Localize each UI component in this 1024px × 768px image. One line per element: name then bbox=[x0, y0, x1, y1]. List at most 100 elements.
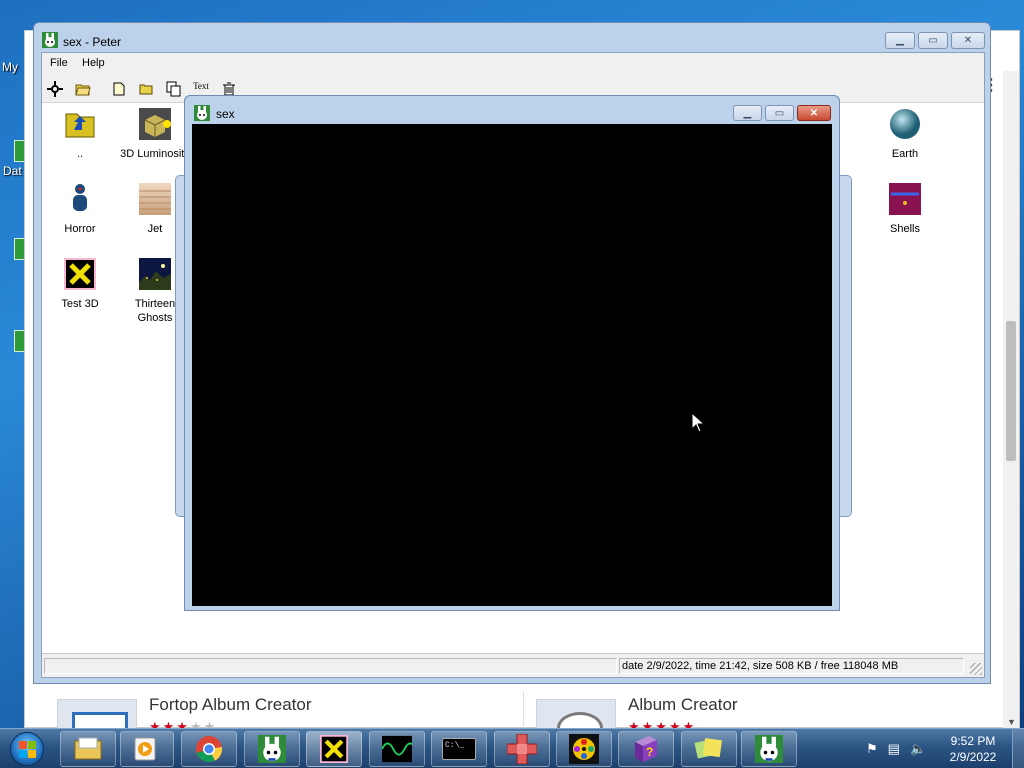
file-label: .. bbox=[76, 148, 84, 160]
ghosts-icon bbox=[139, 258, 171, 290]
file-item[interactable]: .. bbox=[42, 108, 118, 161]
close-icon: ✕ bbox=[963, 35, 973, 46]
menu-bar: File Help bbox=[42, 53, 984, 73]
up-folder-icon bbox=[65, 113, 95, 138]
globe-icon bbox=[890, 109, 920, 139]
properties-icon bbox=[47, 80, 63, 97]
file-item[interactable]: Earth bbox=[867, 108, 943, 161]
explorer-icon bbox=[73, 734, 103, 764]
taskbar-sticky-notes[interactable] bbox=[681, 731, 737, 767]
sticky-notes-icon bbox=[694, 734, 724, 764]
taskbar-help-book[interactable]: ? bbox=[618, 731, 674, 767]
maximize-button[interactable]: ▭ bbox=[918, 32, 948, 49]
minimize-icon: ▁ bbox=[896, 35, 904, 46]
cube-icon bbox=[139, 108, 171, 140]
properties-button[interactable] bbox=[46, 80, 64, 97]
figure-icon bbox=[73, 184, 87, 211]
taskbar-explorer[interactable] bbox=[60, 731, 116, 767]
bunny-app-icon bbox=[754, 734, 784, 764]
open-folder-icon bbox=[75, 84, 91, 95]
action-center-icon[interactable]: ⚑ bbox=[866, 741, 878, 757]
file-label: Earth bbox=[891, 148, 919, 160]
bunny-app-icon bbox=[42, 32, 58, 48]
render-window: sex ▁ ▭ ✕ bbox=[184, 95, 840, 611]
mouse-cursor-icon bbox=[691, 412, 705, 433]
file-label: 3D Luminosity bbox=[120, 148, 190, 160]
chrome-icon bbox=[194, 734, 224, 764]
menu-help[interactable]: Help bbox=[82, 57, 105, 69]
file-label: Test 3D bbox=[61, 298, 99, 310]
render-canvas[interactable] bbox=[192, 124, 832, 606]
minimize-button[interactable]: ▁ bbox=[885, 32, 915, 49]
network-icon[interactable]: ▤ bbox=[888, 741, 900, 757]
film-reel-icon bbox=[569, 734, 599, 764]
system-tray: ⚑ ▤ 🔈 bbox=[866, 741, 926, 757]
window-title: sex - Peter bbox=[63, 35, 122, 49]
scroll-down-icon[interactable]: ▼ bbox=[1007, 717, 1016, 727]
maximize-button[interactable]: ▭ bbox=[765, 105, 794, 121]
show-desktop-button[interactable] bbox=[1012, 729, 1024, 768]
status-bar: date 2/9/2022, time 21:42, size 508 KB /… bbox=[42, 653, 984, 677]
command-prompt-icon: C:\_ bbox=[442, 738, 476, 760]
app-card-title[interactable]: Album Creator bbox=[628, 695, 738, 715]
cross-puzzle-icon bbox=[507, 734, 537, 764]
menu-file[interactable]: File bbox=[50, 57, 68, 69]
close-button[interactable]: ✕ bbox=[951, 32, 985, 49]
taskbar-command-prompt[interactable]: C:\_ bbox=[431, 731, 487, 767]
copy-button[interactable] bbox=[165, 80, 183, 97]
new-folder-icon bbox=[139, 84, 153, 94]
minimize-button[interactable]: ▁ bbox=[733, 105, 762, 121]
taskbar-oscilloscope[interactable] bbox=[369, 731, 425, 767]
resize-grip[interactable] bbox=[970, 663, 982, 675]
maximize-icon: ▭ bbox=[928, 35, 938, 46]
scrollbar-thumb[interactable] bbox=[1006, 321, 1016, 461]
taskbar-chrome[interactable] bbox=[181, 731, 237, 767]
new-file-button[interactable] bbox=[110, 80, 128, 97]
file-label: Horror bbox=[64, 223, 96, 235]
file-item[interactable]: 3D Luminosity bbox=[117, 108, 193, 161]
new-file-icon bbox=[113, 82, 125, 95]
close-button[interactable]: ✕ bbox=[797, 105, 831, 121]
taskbar-media-player[interactable] bbox=[120, 731, 174, 767]
desktop-label-dat[interactable]: Dat bbox=[3, 164, 22, 178]
app-card-title[interactable]: Fortop Album Creator bbox=[149, 695, 312, 715]
page-scrollbar[interactable]: ▼ bbox=[1003, 71, 1019, 729]
test3d-app-icon bbox=[319, 734, 349, 764]
taskbar-film-reel[interactable] bbox=[556, 731, 612, 767]
copy-icon bbox=[166, 81, 181, 96]
volume-icon[interactable]: 🔈 bbox=[910, 741, 926, 757]
start-button[interactable] bbox=[4, 729, 50, 768]
text-button[interactable]: Text bbox=[192, 77, 210, 94]
clock-time: 9:52 PM bbox=[950, 734, 996, 748]
close-icon: ✕ bbox=[809, 107, 819, 119]
help-book-icon: ? bbox=[631, 734, 661, 764]
shells-icon bbox=[889, 183, 921, 215]
clock-date: 2/9/2022 bbox=[949, 750, 997, 764]
status-cell bbox=[44, 658, 617, 674]
taskbar-bunny-app[interactable] bbox=[244, 731, 300, 767]
oscilloscope-icon bbox=[382, 734, 412, 764]
popup-title: sex bbox=[216, 107, 235, 121]
file-item[interactable]: Shells bbox=[867, 183, 943, 236]
file-item[interactable]: Test 3D bbox=[42, 258, 118, 311]
bunny-app-icon bbox=[257, 734, 287, 764]
svg-text:?: ? bbox=[646, 745, 653, 759]
file-item[interactable]: Horror bbox=[42, 183, 118, 236]
bunny-app-icon bbox=[194, 105, 210, 121]
windows-logo-icon bbox=[10, 732, 44, 766]
jet-icon bbox=[139, 183, 171, 215]
status-text: date 2/9/2022, time 21:42, size 508 KB /… bbox=[622, 660, 899, 672]
file-label: Shells bbox=[890, 223, 920, 235]
system-clock[interactable]: 9:52 PM 2/9/2022 bbox=[940, 733, 1006, 765]
new-folder-button[interactable] bbox=[137, 80, 155, 97]
taskbar: C:\_ ? ⚑ ▤ 🔈 9:52 PM 2/9/2022 bbox=[0, 728, 1024, 768]
open-button[interactable] bbox=[74, 80, 92, 97]
delete-icon bbox=[223, 82, 235, 95]
taskbar-test3d[interactable] bbox=[306, 731, 362, 767]
minimize-icon: ▁ bbox=[743, 107, 752, 119]
taskbar-cross-puzzle[interactable] bbox=[494, 731, 550, 767]
desktop-label-my[interactable]: My bbox=[2, 60, 18, 74]
media-player-icon bbox=[132, 734, 162, 764]
maximize-icon: ▭ bbox=[774, 107, 785, 119]
taskbar-bunny-app-2[interactable] bbox=[741, 731, 797, 767]
